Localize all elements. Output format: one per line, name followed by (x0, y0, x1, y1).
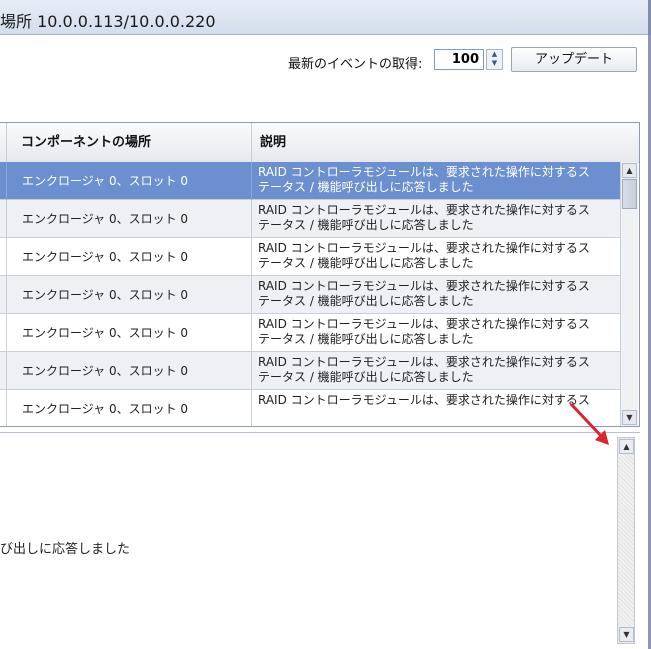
table-cell-location: エンクロージャ 0、スロット 0 (0, 200, 252, 238)
scroll-up-icon[interactable]: ▲ (622, 163, 637, 178)
table-cell-location: エンクロージャ 0、スロット 0 (0, 390, 252, 426)
description-line-1: RAID コントローラモジュールは、要求された操作に対するス (258, 279, 590, 293)
event-table: コンポーネントの場所 説明 エンクロージャ 0、スロット 0 RAID コントロ… (0, 122, 640, 427)
column-header-location[interactable]: コンポーネントの場所 (7, 123, 252, 162)
table-cell-location: エンクロージャ 0、スロット 0 (0, 276, 252, 314)
table-cell-location: エンクロージャ 0、スロット 0 (0, 352, 252, 390)
event-count-input[interactable] (434, 49, 484, 70)
description-line-1: RAID コントローラモジュールは、要求された操作に対するス (258, 355, 590, 369)
table-vertical-scrollbar[interactable]: ▲ ▼ (620, 162, 638, 426)
table-row[interactable]: エンクロージャ 0、スロット 0 RAID コントローラモジュールは、要求された… (0, 276, 620, 314)
scroll-up-icon[interactable]: ▲ (619, 439, 634, 454)
description-line-2: テータス / 機能呼び出しに応答しました (258, 332, 474, 346)
scroll-down-icon[interactable]: ▼ (622, 410, 637, 425)
event-count-spinner[interactable]: ▲ ▼ (486, 49, 503, 70)
detail-vertical-scrollbar[interactable]: ▲ ▼ (617, 437, 635, 644)
table-row[interactable]: エンクロージャ 0、スロット 0 RAID コントローラモジュールは、要求された… (0, 238, 620, 276)
table-cell-location: エンクロージャ 0、スロット 0 (0, 162, 252, 200)
table-cell-location: エンクロージャ 0、スロット 0 (0, 238, 252, 276)
description-line-1: RAID コントローラモジュールは、要求された操作に対するス (258, 241, 590, 255)
description-line-2: テータス / 機能呼び出しに応答しました (258, 294, 474, 308)
event-detail-text: び出しに応答しました (0, 542, 131, 557)
window-titlebar: 場所 10.0.0.113/10.0.0.220 (0, 0, 651, 35)
scrollbar-thumb[interactable] (622, 179, 637, 209)
column-header-description[interactable]: 説明 (252, 123, 639, 162)
table-cell-location: エンクロージャ 0、スロット 0 (0, 314, 252, 352)
update-button[interactable]: アップデート (511, 47, 637, 72)
event-detail-panel: び出しに応答しました ▲ ▼ (0, 432, 640, 647)
table-row[interactable]: エンクロージャ 0、スロット 0 RAID コントローラモジュールは、要求された… (0, 352, 620, 390)
table-cell-description: RAID コントローラモジュールは、要求された操作に対するス テータス / 機能… (252, 314, 620, 352)
fetch-latest-label: 最新のイベントの取得: (288, 57, 423, 72)
table-row[interactable]: エンクロージャ 0、スロット 0 RAID コントローラモジュールは、要求された… (0, 200, 620, 238)
annotation-arrow-icon (569, 402, 609, 445)
description-line-2: テータス / 機能呼び出しに応答しました (258, 218, 474, 232)
spin-up-icon[interactable]: ▲ (487, 50, 502, 59)
description-line-1: RAID コントローラモジュールは、要求された操作に対するス (258, 317, 590, 331)
table-cell-description: RAID コントローラモジュールは、要求された操作に対するス テータス / 機能… (252, 276, 620, 314)
table-cell-description: RAID コントローラモジュールは、要求された操作に対するス テータス / 機能… (252, 352, 620, 390)
table-row[interactable]: エンクロージャ 0、スロット 0 RAID コントローラモジュールは、要求された… (0, 162, 620, 200)
table-cell-description: RAID コントローラモジュールは、要求された操作に対するス テータス / 機能… (252, 200, 620, 238)
table-row[interactable]: エンクロージャ 0、スロット 0 RAID コントローラモジュールは、要求された… (0, 314, 620, 352)
description-line-2: テータス / 機能呼び出しに応答しました (258, 370, 474, 384)
window-title: 場所 10.0.0.113/10.0.0.220 (0, 12, 216, 31)
description-line-1: RAID コントローラモジュールは、要求された操作に対するス (258, 203, 590, 217)
event-toolbar: 最新のイベントの取得: ▲ ▼ アップデート (0, 35, 651, 121)
table-header: コンポーネントの場所 説明 (0, 123, 639, 163)
table-cell-description: RAID コントローラモジュールは、要求された操作に対するス テータス / 機能… (252, 162, 620, 200)
scroll-down-icon[interactable]: ▼ (619, 627, 634, 642)
table-cell-description: RAID コントローラモジュールは、要求された操作に対するス テータス / 機能… (252, 238, 620, 276)
description-line-2: テータス / 機能呼び出しに応答しました (258, 256, 474, 270)
spin-down-icon[interactable]: ▼ (487, 59, 502, 68)
column-header-leading[interactable] (0, 123, 7, 162)
description-line-1: RAID コントローラモジュールは、要求された操作に対するス (258, 165, 590, 179)
description-line-2: テータス / 機能呼び出しに応答しました (258, 180, 474, 194)
table-row[interactable]: エンクロージャ 0、スロット 0 RAID コントローラモジュールは、要求された… (0, 390, 620, 426)
